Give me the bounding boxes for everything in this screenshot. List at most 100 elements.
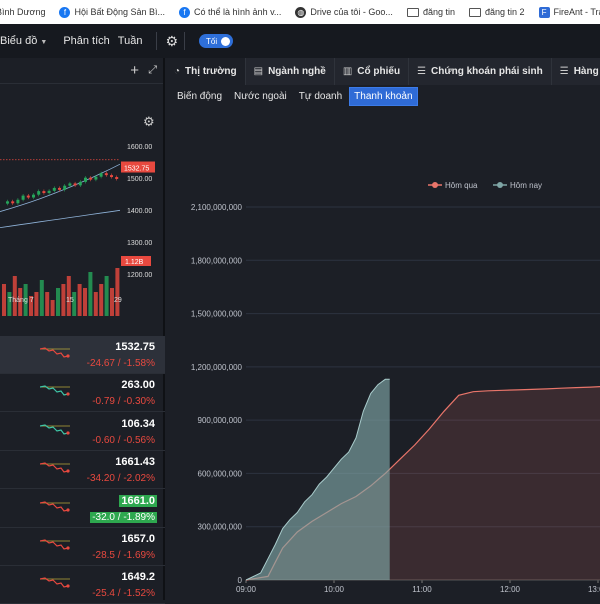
- tab-stocks[interactable]: ▥ Cổ phiếu: [335, 58, 410, 85]
- legend-marker: [432, 182, 438, 188]
- volume-bar: [77, 284, 82, 316]
- analysis-menu[interactable]: Phân tích: [63, 35, 109, 47]
- x-tick-label: 13:00: [588, 585, 600, 594]
- y-tick-label: 300,000,000: [198, 523, 243, 532]
- volume-bar: [66, 276, 71, 316]
- subtab-liquidity[interactable]: Thanh khoản: [349, 86, 418, 106]
- candle: [73, 183, 77, 186]
- bookmark-label: Drive của tôi - Goo...: [310, 7, 393, 17]
- candle: [104, 173, 108, 176]
- volume-bar: [104, 276, 109, 316]
- bookmark-3[interactable]: f Có thể là hình ảnh v...: [179, 6, 282, 18]
- stock-row[interactable]: 1649.2 -25.4 / -1.52%: [0, 566, 165, 604]
- stock-row[interactable]: 1657.0 -28.5 / -1.69%: [0, 528, 165, 566]
- bookmark-label: Có thể là hình ảnh v...: [194, 7, 282, 17]
- tab-label: Thị trường: [185, 66, 237, 77]
- bookmark-2[interactable]: f Hội Bất Động Sản Bì...: [59, 6, 166, 18]
- stock-change: -24.67 / -1.58%: [86, 358, 155, 369]
- candle: [32, 194, 35, 198]
- candle: [58, 187, 61, 190]
- stock-change: -25.4 / -1.52%: [92, 588, 155, 600]
- stock-price: 1532.75: [115, 341, 155, 353]
- theme-toggle[interactable]: Tối: [199, 34, 234, 48]
- y-tick-label: 1,800,000,000: [191, 256, 243, 265]
- chart-menu-label: Biểu đồ: [0, 35, 38, 47]
- candle: [78, 181, 82, 186]
- stock-row[interactable]: 1661.0 -32.0 / -1.89%: [0, 490, 165, 528]
- y-tick-label: 600,000,000: [198, 469, 243, 478]
- market-tabs: ◔ Thị trường ▤ Ngành nghề ▥ Cổ phiếu ☰ Chứng…: [166, 58, 600, 85]
- bookmark-4[interactable]: ◍ Drive của tôi - Goo...: [295, 6, 393, 18]
- folder-icon: [468, 7, 481, 17]
- stock-price: 1657.0: [121, 533, 155, 545]
- plus-icon[interactable]: +: [130, 62, 139, 79]
- date-tick-label: 15: [66, 297, 74, 304]
- liquidity-subtabs: Biến động Nước ngoài Tự doanh Thanh khoả…: [166, 85, 600, 107]
- volume-bar: [88, 272, 93, 316]
- bookmark-label: đăng tin: [422, 7, 455, 17]
- candle: [115, 177, 119, 179]
- x-tick-label: 09:00: [236, 585, 257, 594]
- tab-commodities[interactable]: ☰ Hàng hóa: [552, 58, 600, 85]
- y-tick-label: 0: [238, 576, 243, 585]
- y-tick-label: 1,500,000,000: [191, 310, 243, 319]
- liquidity-chart[interactable]: 0 300,000,000 600,000,000 900,000,000 1,200,…: [166, 107, 600, 600]
- sparkline-icon: [40, 539, 70, 550]
- x-tick-label: 11:00: [412, 585, 432, 594]
- sparkline-dot: [66, 431, 70, 435]
- week-menu[interactable]: Tuần: [118, 35, 143, 47]
- candle: [37, 191, 41, 195]
- tab-market[interactable]: ◔ Thị trường: [166, 58, 246, 85]
- bookmark-1[interactable]: Bình Dương: [0, 7, 45, 17]
- subtab-proprietary[interactable]: Tự doanh: [294, 87, 347, 106]
- stock-price: 1649.2: [121, 571, 155, 584]
- tab-industry[interactable]: ▤ Ngành nghề: [246, 58, 335, 85]
- tab-derivatives[interactable]: ☰ Chứng khoán phái sinh: [409, 58, 552, 85]
- bookmark-label: FireAnt - Trang chủ: [553, 7, 600, 17]
- candle: [110, 175, 113, 178]
- y-tick-label: 1,200,000,000: [191, 363, 243, 372]
- candle: [63, 185, 67, 190]
- stock-row[interactable]: 106.34 -0.60 / -0.56%: [0, 413, 165, 451]
- tab-label: Ngành nghề: [268, 66, 326, 77]
- subtab-movement[interactable]: Biến động: [172, 87, 227, 106]
- sparkline-dot: [66, 584, 70, 588]
- gear-icon[interactable]: ⚙: [165, 33, 178, 50]
- candle: [89, 177, 93, 180]
- stock-row[interactable]: 263.00 -0.79 / -0.30%: [0, 374, 165, 413]
- bookmark-6[interactable]: đăng tin 2: [468, 7, 525, 17]
- stock-price: 1661.0: [119, 494, 157, 507]
- x-tick-label: 10:00: [324, 585, 345, 594]
- gear-icon[interactable]: ⚙: [143, 114, 155, 129]
- mini-price-chart[interactable]: ⚙ 1600.00 1500.00 1400.00 1300.00 1200.00 1532…: [0, 84, 163, 316]
- volume-bar: [61, 284, 66, 316]
- bookmark-5[interactable]: đăng tin: [406, 7, 455, 17]
- sparkline-icon: [40, 500, 70, 512]
- stock-row[interactable]: 1532.75 -24.67 / -1.58%: [0, 336, 165, 374]
- bookmark-label: đăng tin 2: [484, 7, 525, 17]
- sparkline-dot: [66, 507, 70, 512]
- pie-chart-icon: ◔: [174, 66, 181, 77]
- stock-price: 106.34: [121, 417, 155, 430]
- subtab-foreign[interactable]: Nước ngoài: [229, 87, 292, 106]
- fireant-icon: F: [538, 6, 550, 18]
- bookmark-label: Hội Bất Động Sản Bì...: [74, 7, 166, 17]
- date-tick-label: Tháng 7: [8, 297, 34, 304]
- right-panel: ◔ Thị trường ▤ Ngành nghề ▥ Cổ phiếu ☰ Chứng…: [166, 58, 600, 600]
- x-tick-label: 12:00: [500, 585, 521, 594]
- stock-change: -34.20 / -2.02%: [86, 473, 155, 485]
- stock-row[interactable]: 1661.43 -34.20 / -2.02%: [0, 451, 165, 490]
- volume-bar: [99, 284, 104, 316]
- candle: [26, 195, 30, 198]
- toolbar-divider: [156, 32, 158, 50]
- chart-menu[interactable]: Biểu đồ ▼: [0, 35, 47, 47]
- expand-icon[interactable]: ⤢: [148, 64, 157, 77]
- candle: [68, 183, 72, 186]
- left-panel-header: + ⤢: [0, 58, 163, 84]
- volume-bar: [83, 288, 87, 316]
- moving-average-line: [0, 209, 121, 228]
- sparkline-icon: [40, 347, 70, 358]
- stock-price: 1661.43: [115, 456, 155, 469]
- candle: [99, 173, 103, 177]
- bookmark-7[interactable]: FFireAnt - Trang chủ: [538, 6, 600, 18]
